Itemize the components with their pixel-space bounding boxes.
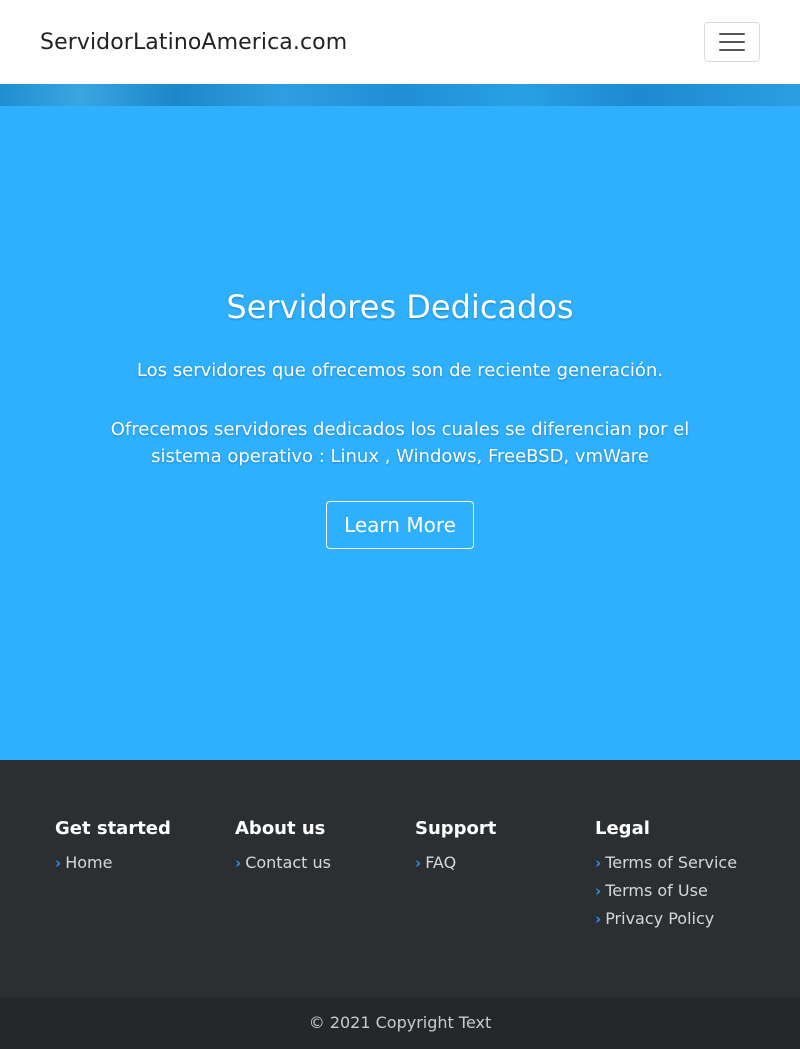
footer-link-privacy-policy[interactable]: Privacy Policy — [605, 909, 714, 928]
footer-column-support: Support › FAQ — [415, 818, 595, 877]
footer-link-item: › Terms of Use — [595, 877, 775, 905]
hamburger-menu-icon — [719, 33, 745, 35]
learn-more-button[interactable]: Learn More — [326, 501, 474, 549]
footer-heading: Support — [415, 818, 497, 839]
footer-column-get-started: Get started › Home — [55, 818, 235, 877]
chevron-right-icon: › — [415, 854, 422, 872]
footer-link-item: › Privacy Policy — [595, 905, 775, 933]
navbar-toggle-button[interactable] — [704, 22, 760, 62]
chevron-right-icon: › — [55, 854, 62, 872]
footer-link-item: › Home — [55, 849, 235, 877]
hamburger-menu-icon — [719, 41, 745, 43]
hero-paragraph-2: Ofrecemos servidores dedicados los cuale… — [110, 419, 690, 467]
hero-paragraph-1: Los servidores que ofrecemos son de reci… — [136, 360, 664, 381]
footer-heading: Legal — [595, 818, 650, 839]
footer-link-item: › Terms of Service — [595, 849, 775, 877]
footer: Get started › Home About us › Contact us S… — [0, 760, 800, 997]
footer-link-terms-of-use[interactable]: Terms of Use — [605, 881, 708, 900]
chevron-right-icon: › — [595, 882, 602, 900]
footer-link-home[interactable]: Home — [65, 853, 112, 872]
footer-link-contact-us[interactable]: Contact us — [245, 853, 331, 872]
copyright-text: © 2021 Copyright Text — [0, 997, 800, 1049]
footer-column-legal: Legal › Terms of Service › Terms of Use › P… — [595, 818, 775, 933]
header-strip — [0, 84, 800, 106]
footer-link-item: › FAQ — [415, 849, 595, 877]
navbar: ServidorLatinoAmerica.com — [0, 0, 800, 84]
footer-heading: Get started — [55, 818, 171, 839]
footer-link-item: › Contact us — [235, 849, 415, 877]
hero-title: Servidores Dedicados — [226, 288, 574, 326]
footer-link-terms-of-service[interactable]: Terms of Service — [605, 853, 737, 872]
footer-heading: About us — [235, 818, 326, 839]
footer-column-about-us: About us › Contact us — [235, 818, 415, 877]
hamburger-menu-icon — [719, 49, 745, 51]
hero-section: Servidores Dedicados Los servidores que … — [0, 106, 800, 760]
chevron-right-icon: › — [595, 854, 602, 872]
chevron-right-icon: › — [235, 854, 242, 872]
brand-link[interactable]: ServidorLatinoAmerica.com — [40, 30, 347, 55]
footer-link-faq[interactable]: FAQ — [425, 853, 456, 872]
chevron-right-icon: › — [595, 910, 602, 928]
